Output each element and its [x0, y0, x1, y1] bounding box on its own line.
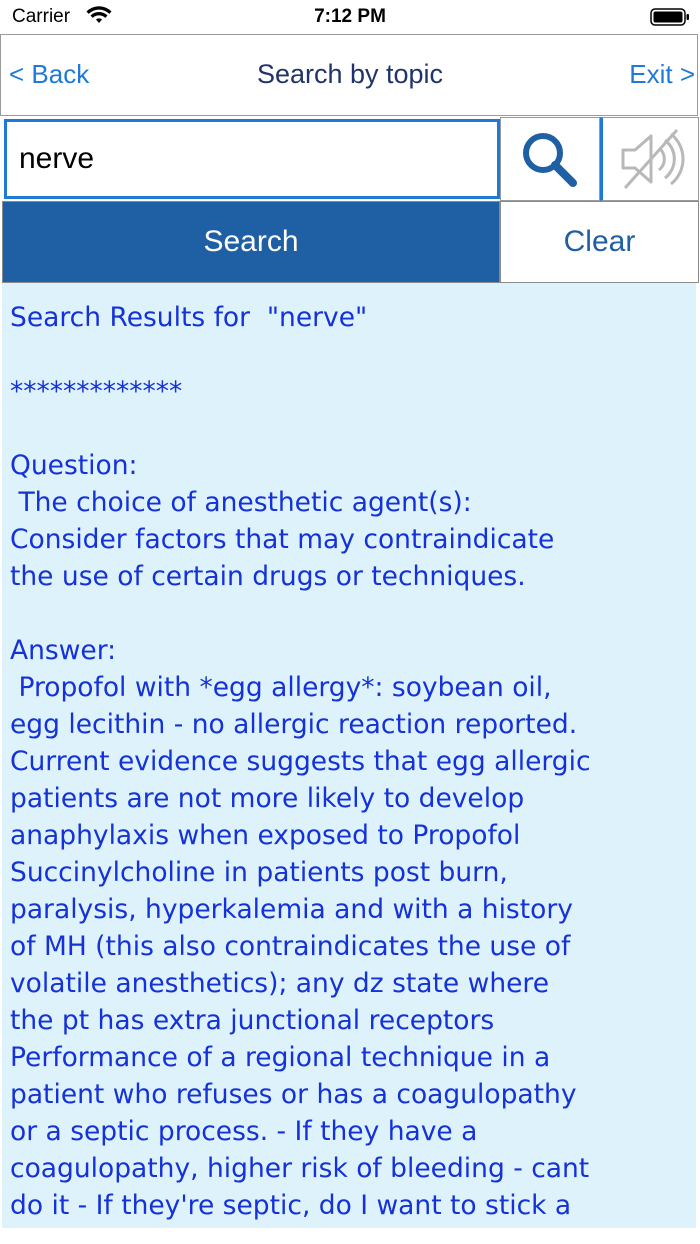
search-input[interactable]: [4, 119, 500, 199]
clock: 7:12 PM: [314, 6, 386, 27]
clear-button[interactable]: Clear: [500, 201, 699, 283]
sound-toggle-button[interactable]: [600, 117, 699, 201]
search-row: [0, 117, 700, 201]
magnifier-icon: [523, 133, 577, 187]
action-row: Search Clear: [0, 201, 700, 283]
search-button[interactable]: Search: [2, 201, 500, 283]
search-results-text: Search Results for "nerve" *************…: [10, 302, 591, 1221]
page-title: Search by topic: [256, 59, 444, 89]
search-results-panel[interactable]: Search Results for "nerve" *************…: [2, 283, 696, 1228]
status-bar: Carrier 7:12 PM: [0, 0, 700, 34]
navigation-bar: < Back Search by topic Exit >: [0, 34, 698, 116]
exit-button[interactable]: Exit >: [629, 59, 695, 90]
speaker-muted-icon: [621, 128, 684, 190]
search-icon-button[interactable]: [500, 117, 600, 201]
battery-icon: [650, 7, 690, 31]
